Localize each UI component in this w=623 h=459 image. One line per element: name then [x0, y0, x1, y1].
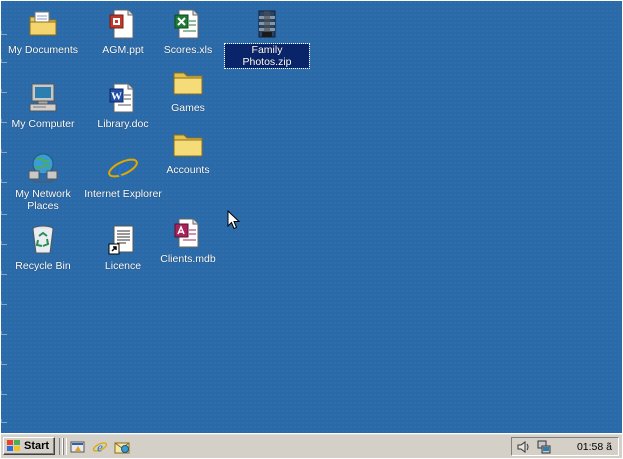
powerpoint-file-icon: [106, 7, 140, 41]
word-file-icon: W: [106, 81, 140, 115]
desktop-icon-label: Clients.mdb: [160, 253, 216, 265]
desktop-icon-clients-mdb[interactable]: Clients.mdb: [146, 216, 230, 265]
windows-logo-icon: [6, 439, 22, 453]
screen: My Documents AGM.ppt Scores.xls Family P…: [1, 1, 622, 458]
desktop-icon-recycle-bin[interactable]: Recycle Bin: [1, 223, 85, 272]
my-computer-icon: [26, 81, 60, 115]
desktop-icon-label: Family Photos.zip: [224, 43, 310, 69]
zip-archive-icon: [250, 7, 284, 41]
desktop-icon-games[interactable]: Games: [146, 65, 230, 114]
desktop-icon-label: Library.doc: [97, 118, 149, 130]
taskbar-separator: [63, 438, 67, 455]
start-label: Start: [24, 440, 50, 452]
network-places-icon: [26, 151, 60, 185]
network-status-icon[interactable]: [536, 439, 552, 455]
desktop-icon-family-photos-zip[interactable]: Family Photos.zip: [224, 7, 310, 69]
desktop-icon-label: Recycle Bin: [15, 260, 71, 272]
desktop-icon-label: Licence: [104, 260, 142, 272]
folder-icon: [171, 65, 205, 99]
svg-text:W: W: [111, 91, 122, 103]
internet-explorer-icon: e: [106, 151, 140, 185]
clock[interactable]: 01:58 ã: [577, 441, 612, 453]
svg-text:e: e: [97, 440, 103, 455]
speaker-icon[interactable]: [516, 439, 532, 455]
desktop-edge-marks: [1, 1, 7, 433]
excel-file-icon: [171, 7, 205, 41]
desktop-icon-accounts[interactable]: Accounts: [146, 127, 230, 176]
system-tray: 01:58 ã: [511, 437, 619, 456]
internet-explorer-icon[interactable]: e: [91, 438, 109, 456]
access-database-icon: [171, 216, 205, 250]
desktop-icon-label: My Network Places: [15, 188, 71, 212]
mouse-cursor-icon: [227, 209, 241, 235]
desktop-icon-label: AGM.ppt: [102, 44, 144, 56]
svg-text:e: e: [117, 154, 129, 183]
folder-icon: [171, 127, 205, 161]
taskbar: Start e 01:58 ã: [1, 433, 622, 458]
desktop[interactable]: My Documents AGM.ppt Scores.xls Family P…: [1, 1, 622, 433]
outlook-express-icon[interactable]: [113, 438, 131, 456]
desktop-icon-my-network-places[interactable]: My Network Places: [1, 151, 85, 212]
desktop-icon-label: Games: [171, 102, 205, 114]
show-desktop-icon[interactable]: [69, 438, 87, 456]
start-button[interactable]: Start: [3, 437, 55, 455]
desktop-icon-label: My Computer: [11, 118, 75, 130]
recycle-bin-icon: [26, 223, 60, 257]
desktop-icon-my-computer[interactable]: My Computer: [1, 81, 85, 130]
my-documents-icon: [26, 7, 60, 41]
desktop-icon-scores-xls[interactable]: Scores.xls: [146, 7, 230, 56]
desktop-icon-my-documents[interactable]: My Documents: [1, 7, 85, 56]
desktop-icon-label: My Documents: [7, 44, 79, 56]
shortcut-document-icon: [106, 223, 140, 257]
desktop-icon-label: Scores.xls: [163, 44, 213, 56]
desktop-icon-label: Accounts: [166, 164, 210, 176]
desktop-icon-label: Internet Explorer: [84, 188, 162, 200]
